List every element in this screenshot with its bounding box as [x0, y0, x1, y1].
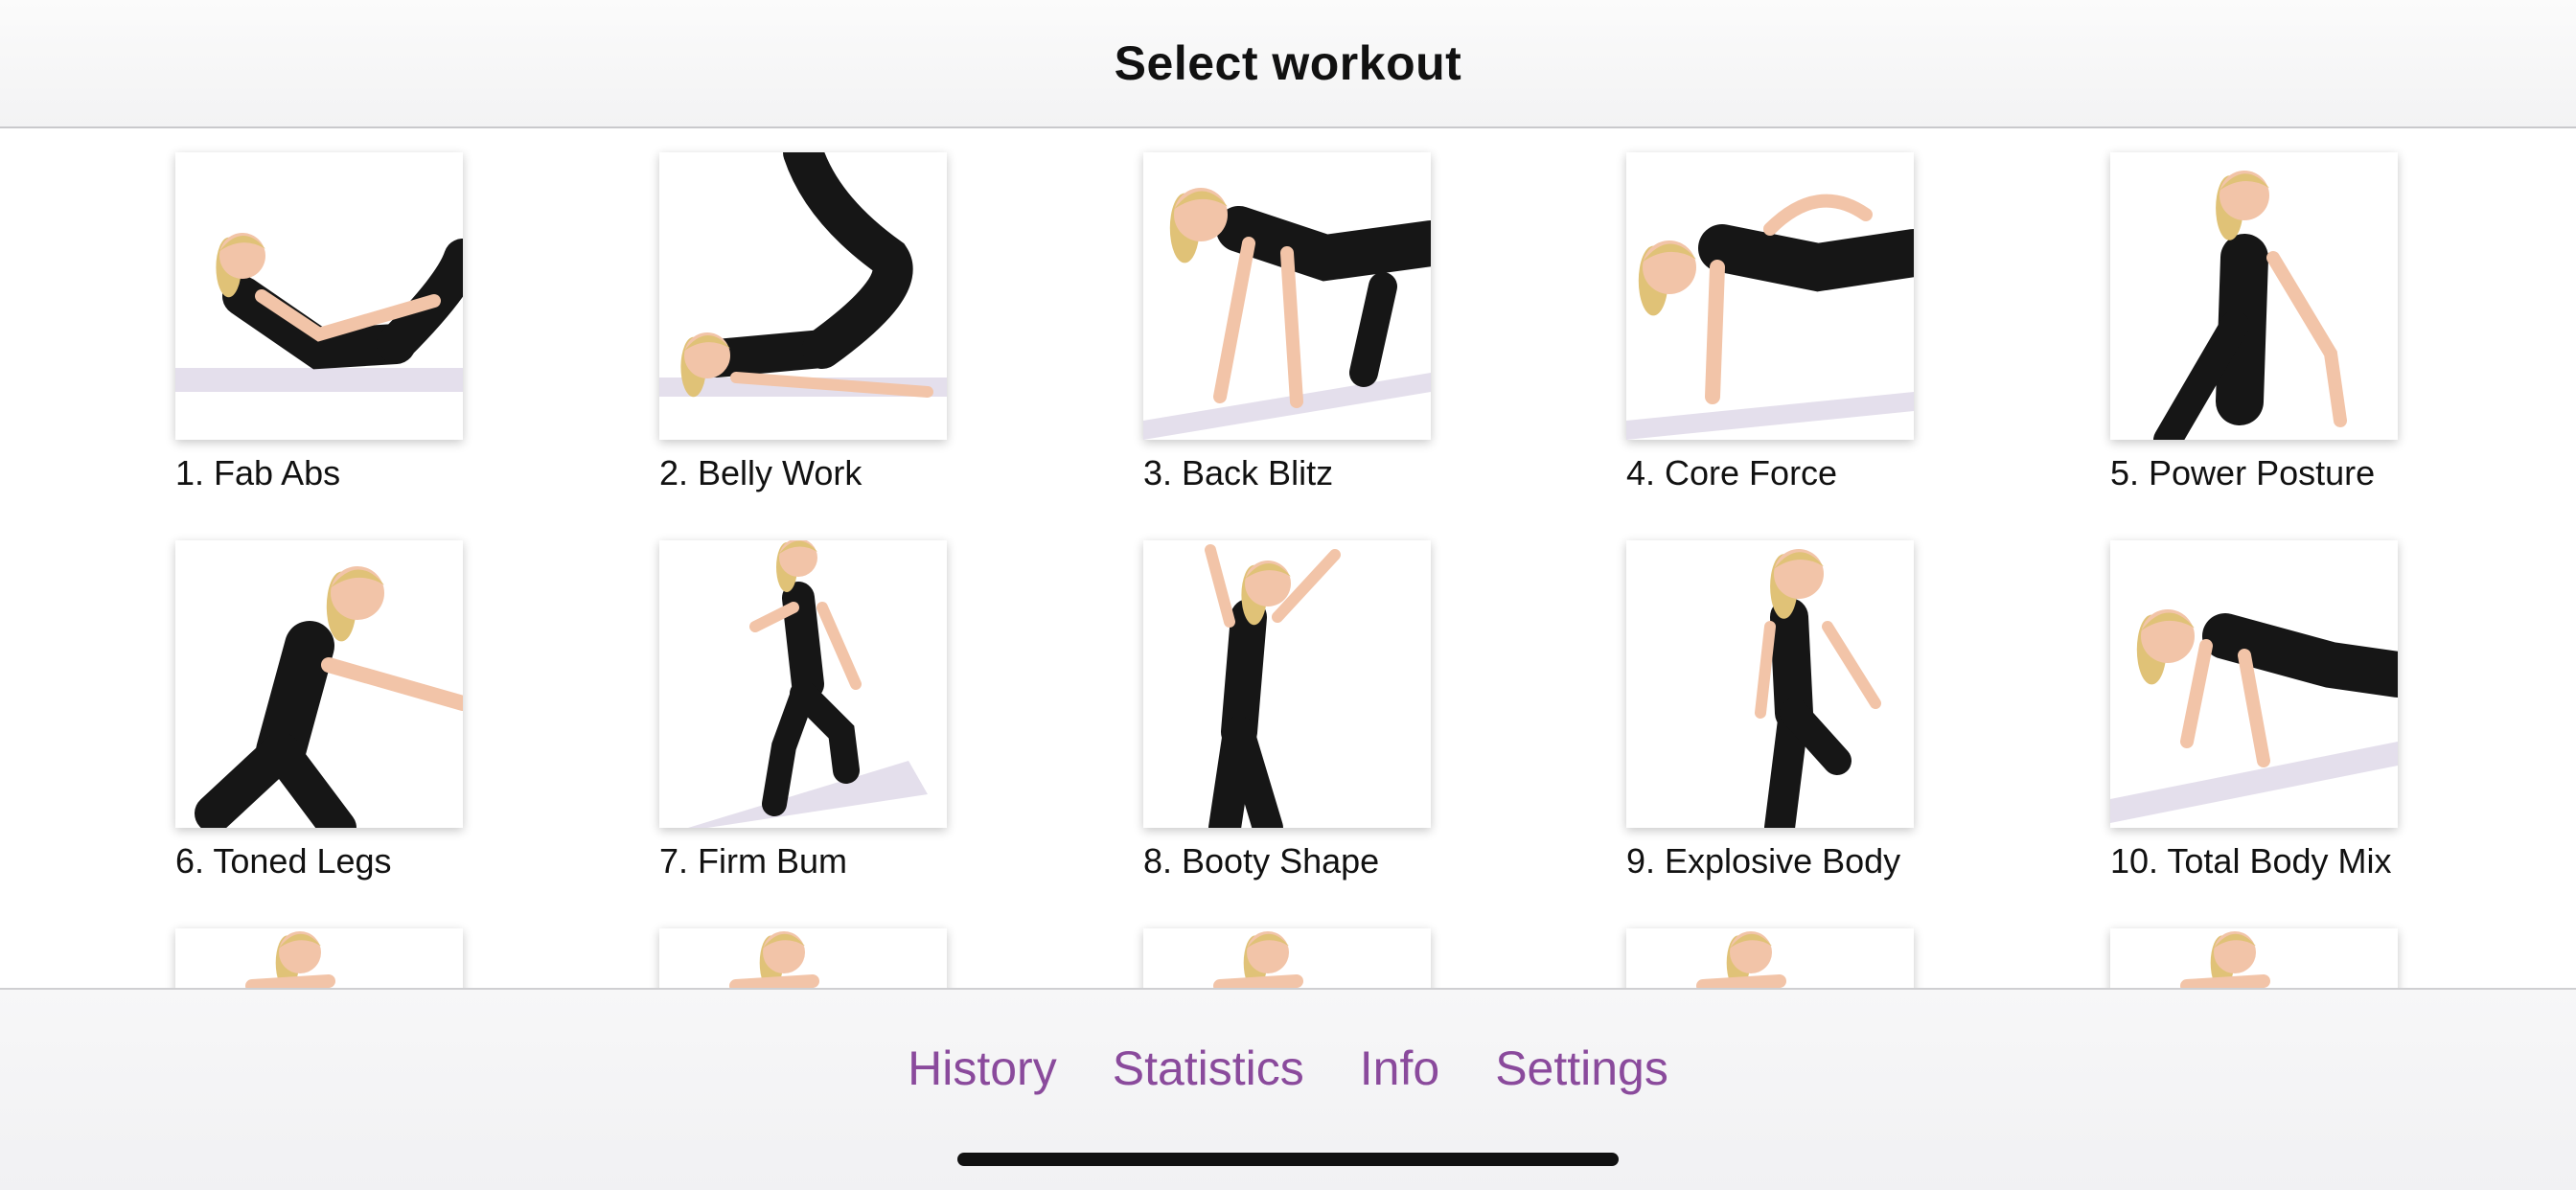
workout-tile[interactable]: 3. Back Blitz: [1143, 152, 1460, 493]
workout-tile[interactable]: 10. Total Body Mix: [2110, 540, 2426, 881]
workout-tile[interactable]: [2110, 928, 2426, 988]
workout-label: 4. Core Force: [1626, 453, 1838, 492]
workout-grid[interactable]: 1. Fab Abs 2. Belly Work 3. Back Blitz 4…: [0, 128, 2576, 988]
workout-thumbnail[interactable]: [659, 540, 947, 828]
workout-thumbnail[interactable]: [659, 928, 947, 988]
workout-tile[interactable]: 9. Explosive Body: [1626, 540, 1943, 881]
workout-thumbnail[interactable]: [2110, 928, 2398, 988]
workout-thumbnail[interactable]: [1143, 540, 1431, 828]
exercise-photo: [659, 928, 947, 988]
workout-label: 2. Belly Work: [659, 453, 862, 492]
workout-label: 9. Explosive Body: [1626, 841, 1901, 881]
exercise-photo: [1143, 540, 1431, 828]
workout-thumbnail[interactable]: [175, 928, 463, 988]
exercise-photo: [1626, 928, 1914, 988]
workout-tile[interactable]: [1143, 928, 1460, 988]
exercise-photo: [1143, 152, 1431, 440]
workout-tile[interactable]: 7. Firm Bum: [659, 540, 976, 881]
workout-thumbnail[interactable]: [1626, 152, 1914, 440]
workout-thumbnail[interactable]: [1626, 928, 1914, 988]
workout-tile[interactable]: [1626, 928, 1943, 988]
exercise-photo: [175, 152, 463, 440]
workout-tile[interactable]: 5. Power Posture: [2110, 152, 2426, 493]
workout-label: 6. Toned Legs: [175, 841, 392, 881]
workout-label: 1. Fab Abs: [175, 453, 341, 492]
workout-label: 10. Total Body Mix: [2110, 841, 2392, 881]
tab-settings[interactable]: Settings: [1495, 1041, 1668, 1096]
workout-thumbnail[interactable]: [1143, 152, 1431, 440]
workout-label: 3. Back Blitz: [1143, 453, 1334, 492]
exercise-photo: [1143, 928, 1431, 988]
workout-tile[interactable]: 6. Toned Legs: [175, 540, 492, 881]
workout-tile[interactable]: 8. Booty Shape: [1143, 540, 1460, 881]
tab-info[interactable]: Info: [1360, 1041, 1439, 1096]
workout-thumbnail[interactable]: [1143, 928, 1431, 988]
workout-tile[interactable]: [175, 928, 492, 988]
workout-thumbnail[interactable]: [175, 152, 463, 440]
workout-label: 7. Firm Bum: [659, 841, 848, 881]
exercise-photo: [659, 540, 947, 828]
workout-thumbnail[interactable]: [659, 152, 947, 440]
tab-list: History Statistics Info Settings: [0, 1041, 2576, 1096]
workout-tile[interactable]: 1. Fab Abs: [175, 152, 492, 493]
navigation-bar: Select workout: [0, 0, 2576, 128]
workout-tile[interactable]: 2. Belly Work: [659, 152, 976, 493]
page-title: Select workout: [1114, 36, 1462, 90]
exercise-photo: [1626, 152, 1914, 440]
home-indicator: [957, 1153, 1619, 1166]
exercise-photo: [175, 928, 463, 988]
exercise-photo: [2110, 540, 2398, 828]
workout-label: 5. Power Posture: [2110, 453, 2376, 492]
workout-thumbnail[interactable]: [2110, 152, 2398, 440]
workout-tile[interactable]: [659, 928, 976, 988]
exercise-photo: [2110, 928, 2398, 988]
exercise-photo: [175, 540, 463, 828]
workout-thumbnail[interactable]: [175, 540, 463, 828]
tab-statistics[interactable]: Statistics: [1113, 1041, 1304, 1096]
workout-thumbnail[interactable]: [1626, 540, 1914, 828]
exercise-photo: [659, 152, 947, 440]
exercise-photo: [1626, 540, 1914, 828]
workout-tile[interactable]: 4. Core Force: [1626, 152, 1943, 493]
workout-label: 8. Booty Shape: [1143, 841, 1380, 881]
tab-history[interactable]: History: [908, 1041, 1057, 1096]
exercise-photo: [2110, 152, 2398, 440]
workout-select-screen: Select workout 1. Fab Abs 2. Belly Work …: [0, 0, 2576, 1190]
workout-thumbnail[interactable]: [2110, 540, 2398, 828]
